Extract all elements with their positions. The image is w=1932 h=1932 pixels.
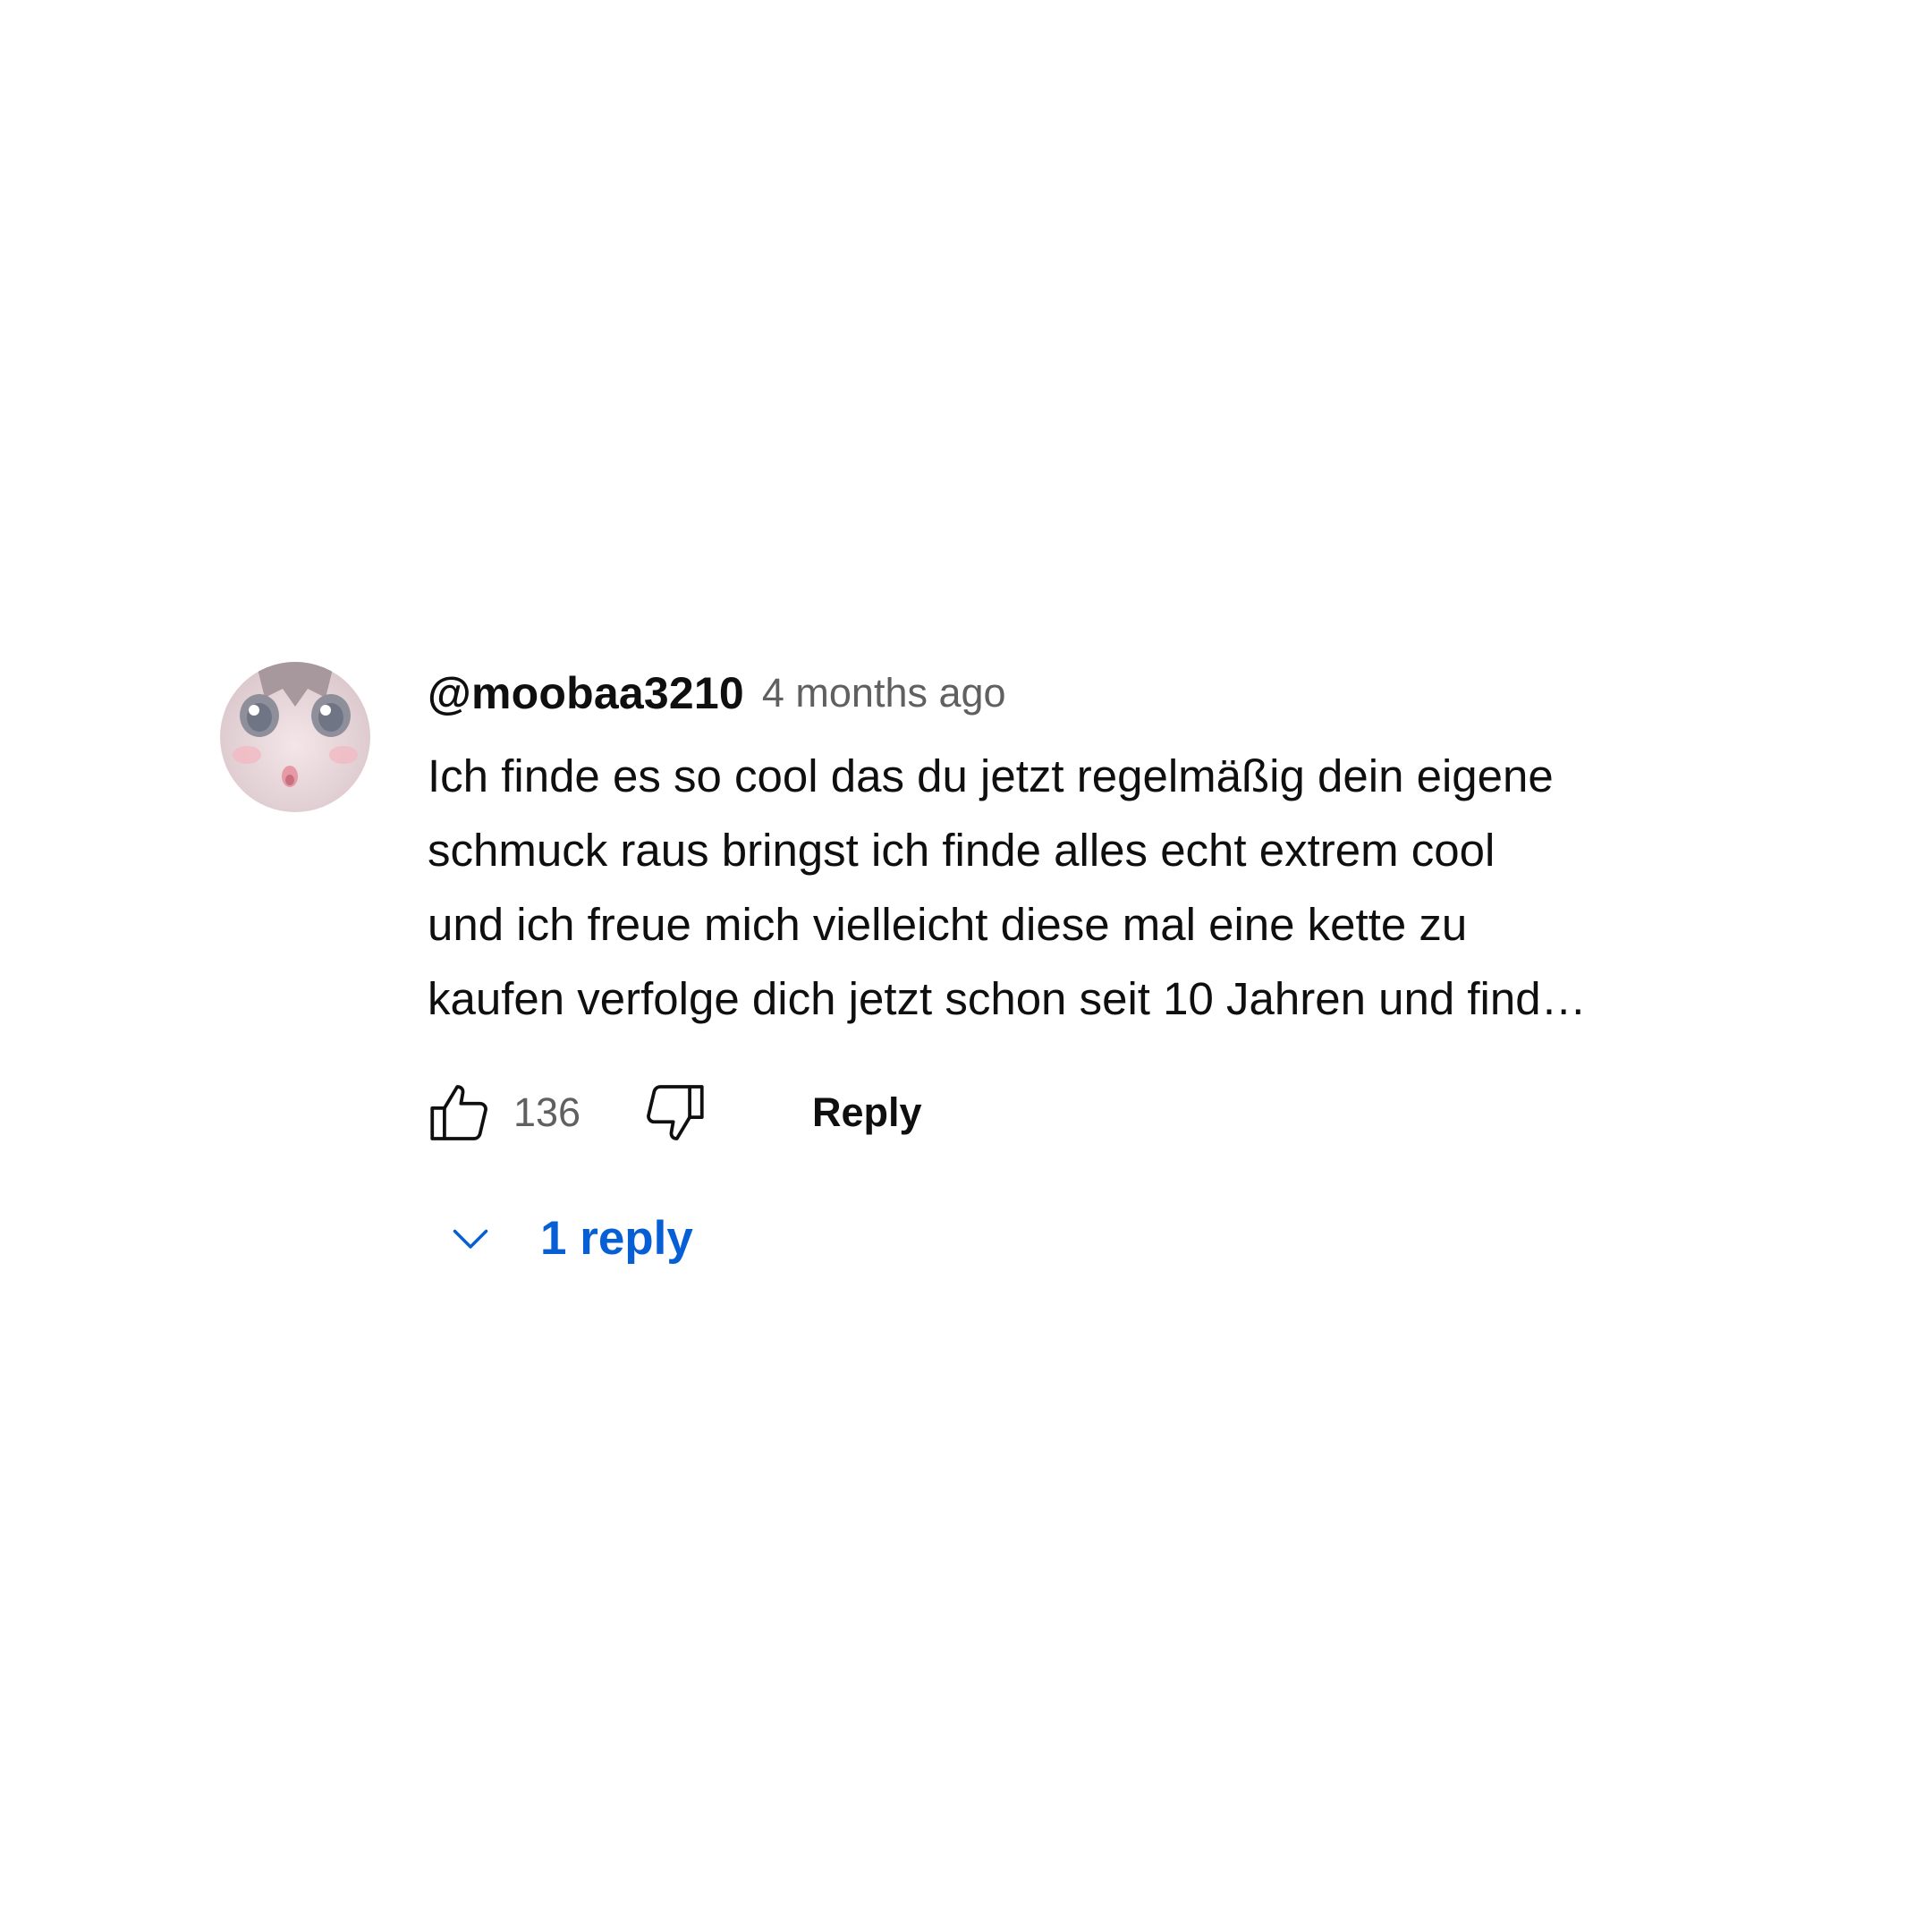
comment-header: @moobaa3210 4 months ago (428, 662, 1751, 724)
like-button[interactable] (417, 1070, 503, 1156)
chevron-down-icon (428, 1195, 513, 1281)
replies-count-label: 1 reply (540, 1211, 693, 1265)
comment-text-line: schmuck raus bringst ich finde alles ech… (428, 825, 1496, 876)
comment-text-line: Ich finde es so cool das du jetzt regelm… (428, 750, 1554, 801)
avatar-image (220, 662, 370, 812)
avatar[interactable] (220, 662, 370, 812)
comment-author[interactable]: @moobaa3210 (428, 667, 744, 719)
thumbs-down-icon (647, 1085, 704, 1140)
comment-content: @moobaa3210 4 months ago Ich finde es so… (428, 662, 1751, 1281)
comment-text: Ich finde es so cool das du jetzt regelm… (428, 739, 1733, 1036)
reply-button[interactable]: Reply (812, 1070, 922, 1156)
like-count: 136 (513, 1089, 581, 1135)
replies-row: 1 reply (428, 1195, 1751, 1281)
comment-text-line: kaufen verfolge dich jetzt schon seit 10… (428, 973, 1587, 1024)
view-replies-button[interactable]: 1 reply (428, 1195, 693, 1281)
thumbs-up-icon (430, 1085, 487, 1140)
comment-actions: 136 Reply (428, 1070, 1751, 1156)
comment-timestamp[interactable]: 4 months ago (762, 670, 1006, 716)
comment-text-line: und ich freue mich vielleicht diese mal … (428, 899, 1468, 950)
dislike-button[interactable] (631, 1070, 717, 1156)
